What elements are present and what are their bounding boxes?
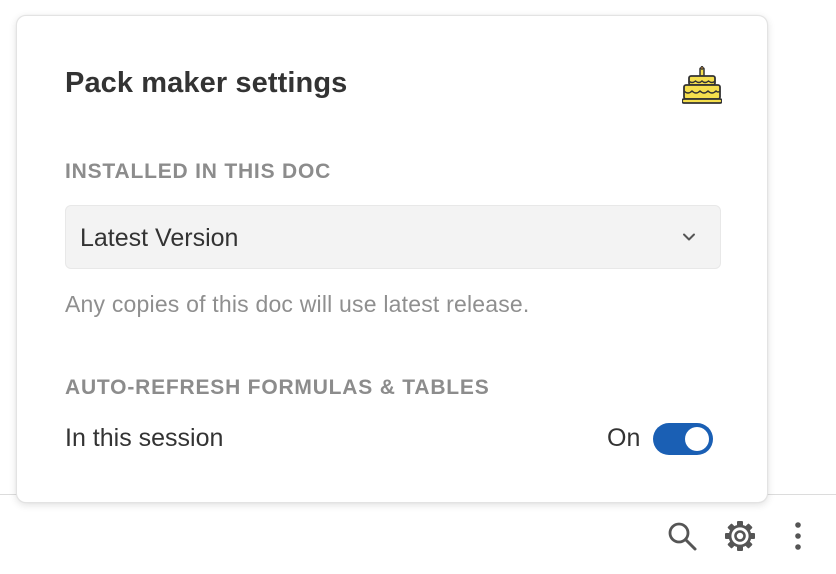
toggle-knob <box>685 427 709 451</box>
version-helper-text: Any copies of this doc will use latest r… <box>65 291 530 317</box>
installed-section-label: INSTALLED IN THIS DOC <box>65 160 332 183</box>
auto-refresh-section-label: AUTO-REFRESH FORMULAS & TABLES <box>65 376 490 399</box>
version-select-value: Latest Version <box>80 224 239 252</box>
version-select-dropdown[interactable]: Latest Version <box>65 205 721 269</box>
session-label: In this session <box>65 424 224 452</box>
auto-refresh-toggle[interactable] <box>653 423 713 455</box>
panel-title: Pack maker settings <box>65 67 348 99</box>
toggle-state-label: On <box>607 424 641 452</box>
page: Pack maker settings INSTALLED IN THIS DO… <box>0 0 836 574</box>
more-vertical-icon[interactable] <box>780 518 816 554</box>
chevron-down-icon <box>683 233 695 241</box>
pack-settings-popover: Pack maker settings INSTALLED IN THIS DO… <box>16 15 768 503</box>
layered-cake-icon <box>682 66 722 104</box>
search-icon[interactable] <box>664 518 700 554</box>
gear-icon[interactable] <box>722 518 758 554</box>
